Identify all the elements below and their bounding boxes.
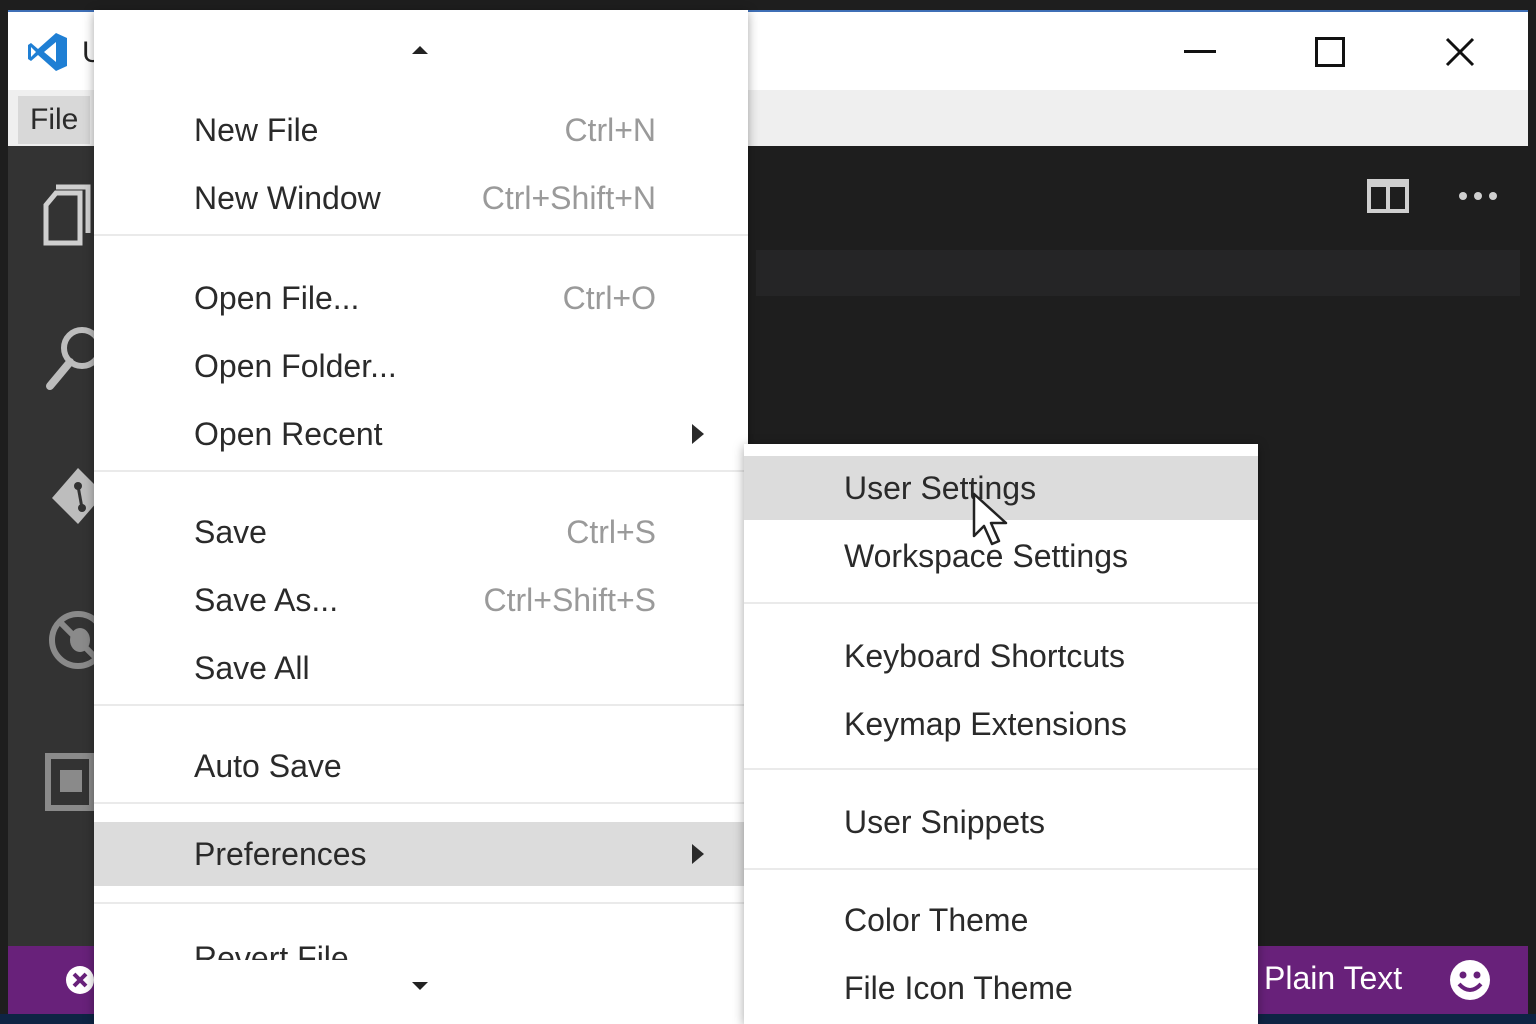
menu-separator: [744, 602, 1258, 604]
menu-item-shortcut: Ctrl+Shift+S: [483, 582, 656, 618]
explorer-icon[interactable]: [42, 180, 102, 250]
submenu-item-keyboard-shortcuts[interactable]: Keyboard Shortcuts: [744, 624, 1258, 688]
menu-item-label: Keyboard Shortcuts: [844, 638, 1126, 674]
menu-item-label: New File: [194, 112, 319, 148]
menu-item-save[interactable]: Save Ctrl+S: [94, 500, 748, 564]
menu-item-open-folder[interactable]: Open Folder...: [94, 334, 748, 398]
activity-bar: [8, 146, 102, 946]
extensions-icon[interactable]: [42, 744, 102, 814]
menu-separator: [94, 802, 748, 804]
minimize-button[interactable]: [1160, 24, 1240, 80]
search-icon[interactable]: [42, 324, 102, 394]
submenu-arrow-icon: [692, 424, 704, 444]
menu-item-shortcut: Ctrl+O: [562, 280, 656, 316]
maximize-button[interactable]: [1290, 24, 1370, 80]
menu-item-label: Preferences: [194, 836, 367, 872]
menu-separator: [94, 902, 748, 904]
menu-item-label: Save As...: [194, 582, 339, 618]
file-menu-button[interactable]: File: [18, 96, 91, 144]
menu-item-label: Open File...: [194, 280, 360, 316]
language-mode[interactable]: Plain Text: [1264, 960, 1402, 997]
menu-item-open-recent[interactable]: Open Recent: [94, 402, 748, 466]
scroll-up-icon[interactable]: [412, 46, 428, 54]
menu-item-label: File Icon Theme: [844, 970, 1073, 1006]
menu-item-label: Color Theme: [844, 902, 1029, 938]
menu-item-label: Auto Save: [194, 748, 342, 784]
menu-separator: [94, 470, 748, 472]
menu-item-label: Open Recent: [194, 416, 383, 452]
menu-item-new-file[interactable]: New File Ctrl+N: [94, 98, 748, 162]
menu-item-label: Keymap Extensions: [844, 706, 1127, 742]
menu-separator: [744, 868, 1258, 870]
menu-item-label: User Snippets: [844, 804, 1045, 840]
submenu-item-user-snippets[interactable]: User Snippets: [744, 790, 1258, 854]
menu-item-revert-file[interactable]: Revert File: [94, 940, 748, 960]
debug-icon[interactable]: [42, 604, 102, 674]
split-editor-icon[interactable]: [1358, 176, 1418, 216]
menu-item-preferences[interactable]: Preferences: [94, 822, 748, 886]
submenu-arrow-icon: [692, 844, 704, 864]
menu-item-label: New Window: [194, 180, 381, 216]
editor-header-bar: [756, 250, 1520, 296]
mouse-pointer-icon: [970, 490, 1014, 555]
git-icon[interactable]: [42, 464, 102, 534]
menu-item-save-all[interactable]: Save All: [94, 636, 748, 700]
menu-item-shortcut: Ctrl+Shift+N: [481, 180, 656, 216]
menu-item-label: Save: [194, 514, 267, 550]
file-menu: New File Ctrl+N New Window Ctrl+Shift+N …: [94, 10, 748, 1024]
more-actions-icon[interactable]: [1448, 176, 1508, 216]
vscode-logo-icon: [26, 30, 70, 74]
menu-separator: [744, 768, 1258, 770]
menu-item-label: Save All: [194, 650, 310, 686]
menu-separator: [94, 704, 748, 706]
feedback-smiley-icon[interactable]: [1448, 958, 1492, 1007]
menu-item-shortcut: Ctrl+S: [566, 514, 656, 550]
menu-item-label: Revert File: [194, 940, 349, 960]
submenu-item-color-theme[interactable]: Color Theme: [744, 888, 1258, 952]
menu-item-label: Open Folder...: [194, 348, 397, 384]
submenu-item-keymap-extensions[interactable]: Keymap Extensions: [744, 692, 1258, 756]
error-icon[interactable]: [64, 964, 96, 1001]
menu-item-auto-save[interactable]: Auto Save: [94, 734, 748, 798]
submenu-item-file-icon-theme[interactable]: File Icon Theme: [744, 956, 1258, 1020]
menu-item-open-file[interactable]: Open File... Ctrl+O: [94, 266, 748, 330]
close-button[interactable]: [1420, 24, 1500, 80]
scroll-down-icon[interactable]: [412, 982, 428, 990]
menu-item-save-as[interactable]: Save As... Ctrl+Shift+S: [94, 568, 748, 632]
menu-item-new-window[interactable]: New Window Ctrl+Shift+N: [94, 166, 748, 230]
menu-item-shortcut: Ctrl+N: [564, 112, 656, 148]
menu-separator: [94, 234, 748, 236]
